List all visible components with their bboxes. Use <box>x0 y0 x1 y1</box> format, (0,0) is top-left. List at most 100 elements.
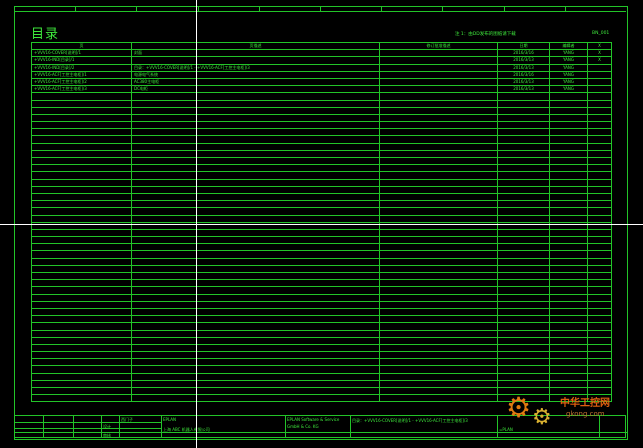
ruler-tick <box>442 6 444 11</box>
table-row[interactable]: +VVV16-IND[目录]/2 目录：+VVV16-COVER[说明]/1 - … <box>31 63 612 72</box>
col-header-date: 日期 <box>497 41 550 51</box>
table-row-empty <box>31 228 612 238</box>
cell-empty <box>379 264 498 274</box>
cell-empty <box>587 142 612 151</box>
cell-empty <box>497 156 550 166</box>
cell-empty <box>131 351 380 360</box>
cell-empty <box>549 113 588 123</box>
cell-empty <box>587 329 612 338</box>
table-row-empty <box>31 192 612 202</box>
cell-empty <box>587 164 612 173</box>
cell-empty <box>131 365 380 374</box>
cell-empty <box>131 286 380 295</box>
table-row-empty <box>31 214 612 223</box>
cell-empty <box>131 315 380 324</box>
table-row-empty <box>31 372 612 381</box>
cell-empty <box>31 178 132 187</box>
cell-empty <box>379 257 498 266</box>
cell-empty <box>379 214 498 223</box>
cell-empty <box>131 358 380 367</box>
table-row[interactable]: +VVV16-ACF[工控主电柜]/1 电源电气系统 2016/3/16 YANG <box>31 70 612 79</box>
table-row-empty <box>31 185 612 194</box>
table-row-empty <box>31 329 612 338</box>
cell-empty <box>549 315 588 324</box>
table-row[interactable]: +VVV16-COVER[说明]/1 封面 2016/3/16 YANG X <box>31 49 612 58</box>
cell-empty <box>31 386 132 396</box>
cell-empty <box>31 300 132 309</box>
cell-empty <box>497 92 550 101</box>
ruler-tick <box>136 6 138 11</box>
cell-empty <box>497 228 550 238</box>
cell-empty <box>587 315 612 324</box>
table-row-empty <box>31 236 612 245</box>
table-row[interactable]: +VVV16-ACF[工控主电柜]/2 AC380主电柜 2016/3/13 YANG <box>31 77 612 87</box>
cell-empty <box>497 257 550 266</box>
cell-empty <box>549 300 588 309</box>
cell-empty <box>587 99 612 108</box>
drawing-sheet[interactable]: 目录 注 1：由DD发布的图纸请下载 BN_001 页 页描述 修订批准描述 日… <box>0 0 643 448</box>
cell-empty <box>131 200 380 209</box>
table-row-empty <box>31 156 612 166</box>
cell-empty <box>497 178 550 187</box>
cell-empty <box>549 142 588 151</box>
cell-empty <box>379 236 498 245</box>
cell-empty <box>587 214 612 223</box>
cell-empty <box>497 149 550 159</box>
cell-empty <box>587 264 612 274</box>
table-row-empty <box>31 92 612 101</box>
cell-empty <box>379 372 498 381</box>
cell-empty <box>31 379 132 389</box>
cell-editor: YANG <box>549 70 588 79</box>
cell-empty <box>587 343 612 353</box>
cell-empty <box>31 236 132 245</box>
table-row-empty <box>31 164 612 173</box>
table-row-empty <box>31 207 612 216</box>
cell-empty <box>131 386 380 396</box>
cell-empty <box>379 271 498 281</box>
cell-empty <box>549 236 588 245</box>
cell-empty <box>497 286 550 295</box>
col-header-rev: 修订批准描述 <box>379 41 498 51</box>
cell-empty <box>587 236 612 245</box>
cell-empty <box>31 329 132 338</box>
cell-date: 2016/3/16 <box>497 70 550 79</box>
table-row[interactable]: +VVV16-ACF[工控主电柜]/3 DC电柜 2016/3/13 YANG <box>31 85 612 94</box>
cell-empty <box>131 394 380 403</box>
cell-empty <box>31 171 132 180</box>
cell-date: 2016/3/13 <box>497 85 550 94</box>
cell-empty <box>31 207 132 216</box>
cell-empty <box>497 322 550 331</box>
cell-editor: YANG <box>549 85 588 94</box>
cell-empty <box>587 286 612 295</box>
cell-empty <box>549 250 588 259</box>
table-row-empty <box>31 271 612 281</box>
cell-empty <box>379 365 498 374</box>
cell-page: +VVV16-ACF[工控主电柜]/2 <box>31 77 132 87</box>
cell-empty <box>31 113 132 123</box>
ruler-tick <box>258 6 260 11</box>
cell-empty <box>379 207 498 216</box>
cell-empty <box>497 142 550 151</box>
table-row-empty <box>31 121 612 130</box>
cell-empty <box>31 365 132 374</box>
table-row-empty <box>31 149 612 159</box>
cell-empty <box>31 192 132 202</box>
ruler-tick <box>320 6 321 11</box>
cell-empty <box>131 307 380 317</box>
cell-empty <box>379 358 498 367</box>
table-row[interactable]: +VVV16-IND[目录]/1 2016/3/13 YANG X <box>31 56 612 65</box>
cell-empty <box>497 164 550 173</box>
cell-empty <box>379 343 498 353</box>
cell-empty <box>497 351 550 360</box>
cell-empty <box>587 178 612 187</box>
cell-empty <box>379 178 498 187</box>
index-table: 页 页描述 修订批准描述 日期 编辑者 X +VVV16-COVER[说明]/1… <box>31 41 612 403</box>
cell-desc <box>131 56 380 65</box>
ruler-tick <box>564 6 566 11</box>
table-row-empty <box>31 243 612 252</box>
cell-empty <box>131 164 380 173</box>
cell-empty <box>549 207 588 216</box>
cell-empty <box>131 192 380 202</box>
cell-empty <box>549 343 588 353</box>
cell-page: +VVV16-IND[目录]/1 <box>31 56 132 65</box>
